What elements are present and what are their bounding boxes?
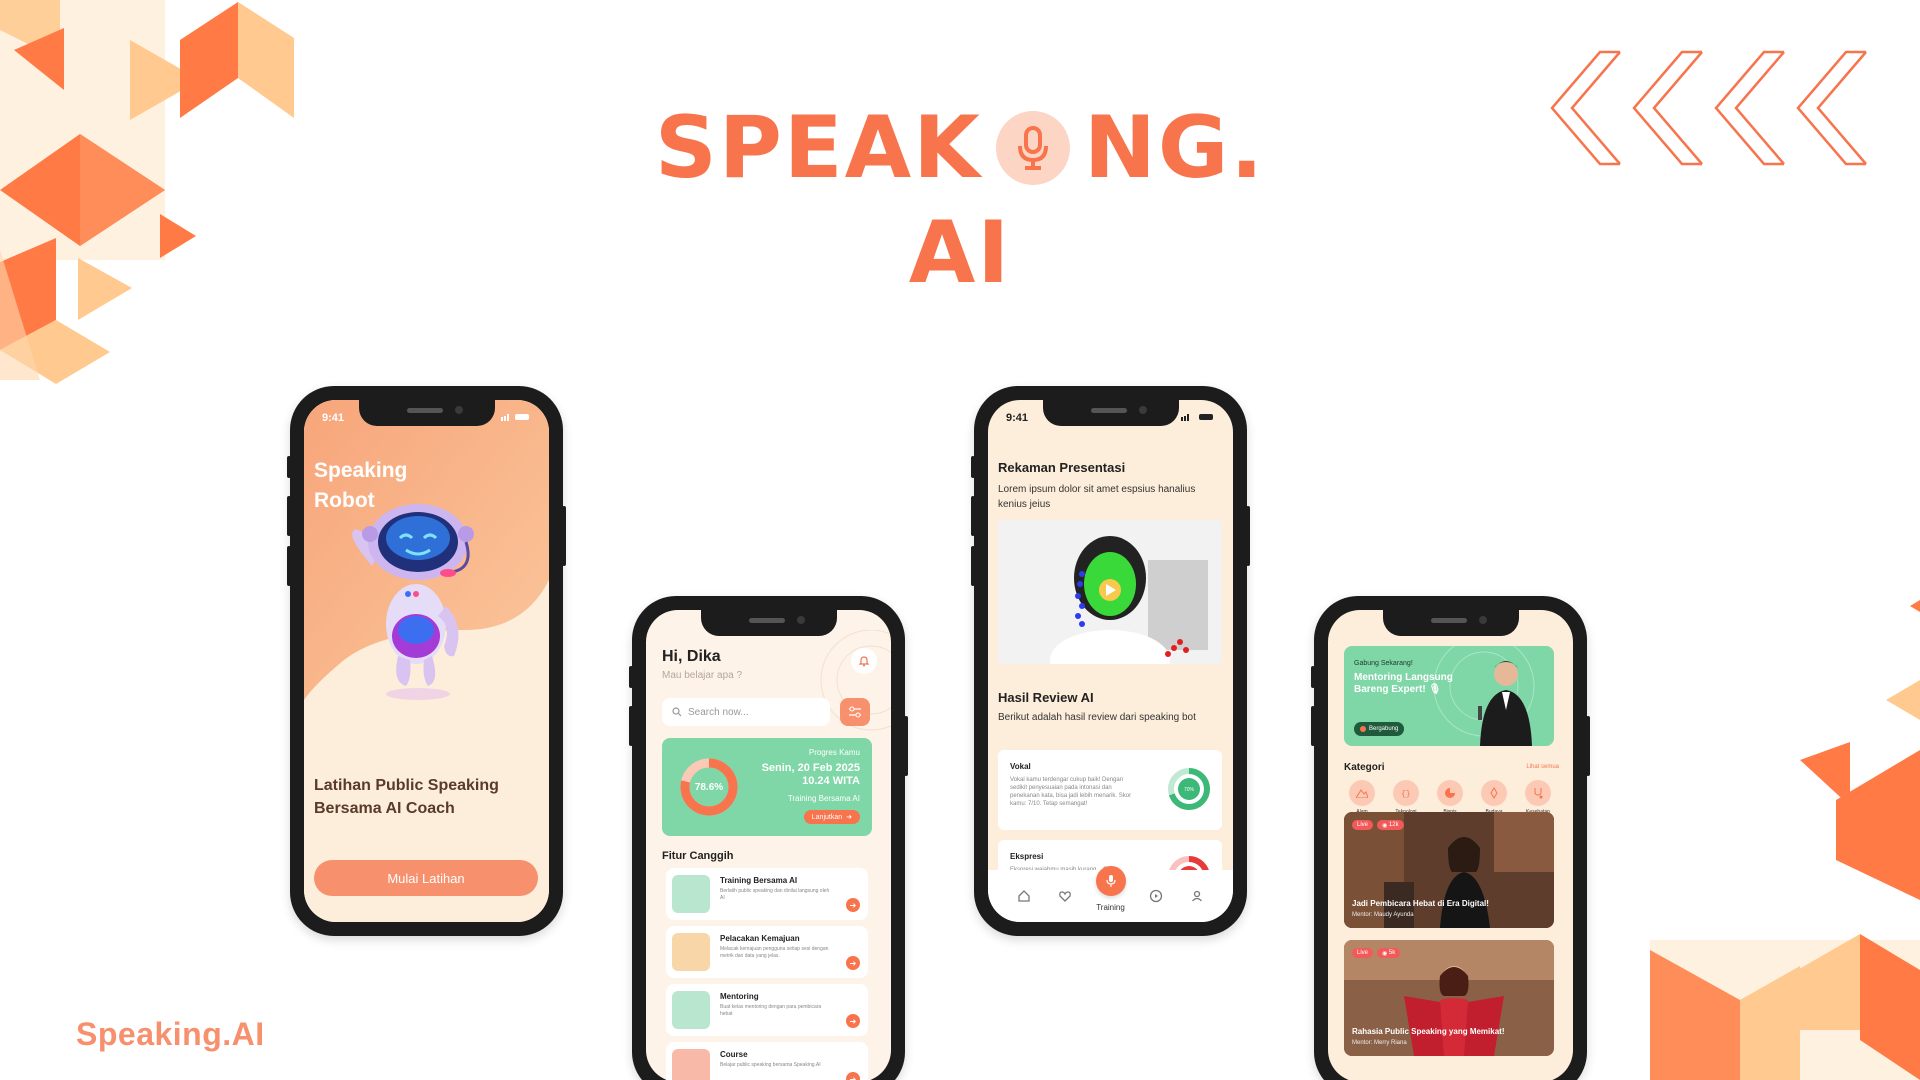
microphone-icon: [1105, 875, 1116, 887]
arrow-right-icon: ➔: [846, 814, 852, 821]
video-title: Rahasia Public Speaking yang Memikat!: [1352, 1027, 1505, 1036]
live-badge: Live: [1352, 948, 1374, 958]
microphone-icon: [995, 111, 1070, 185]
video-card[interactable]: Live ◉ 12k Jadi Pembicara Hebat di Era D…: [1344, 812, 1554, 928]
stethoscope-icon: [1525, 780, 1551, 806]
feature-item[interactable]: Pelacakan Kemajuan Melacak kemajuan peng…: [666, 926, 868, 978]
phone-home: Hi, Dika Mau belajar apa ? Search now...…: [629, 596, 908, 1080]
robot-illustration: [352, 504, 474, 700]
app-logo-headline: SPEAK NG. AI: [0, 98, 1920, 308]
status-icons: [501, 413, 531, 421]
arrow-right-icon[interactable]: ➔: [846, 1072, 860, 1080]
arrow-right-icon[interactable]: ➔: [846, 898, 860, 912]
feature-item[interactable]: Mentoring Buat kelas mentoring dengan pa…: [666, 984, 868, 1036]
search-icon: [672, 707, 682, 717]
video-card[interactable]: Live ◉ 5k Rahasia Public Speaking yang M…: [1344, 940, 1554, 1056]
category-item[interactable]: Budaya: [1476, 780, 1512, 815]
face-tracking-preview: [998, 520, 1222, 664]
video-mentor: Mentor: Maudy Ayunda: [1352, 912, 1414, 918]
hourglass-thumb-icon: [672, 933, 710, 971]
progress-card[interactable]: 78.6% Progres Kamu Senin, 20 Feb 2025 10…: [662, 738, 872, 836]
vokal-score-text: 70%: [1184, 787, 1195, 793]
presentation-stage: SPEAK NG. AI Speaking.AI 9:41 Speaking R…: [0, 0, 1920, 1080]
views-badge: ◉ 5k: [1377, 948, 1401, 958]
dot-icon: [1360, 726, 1366, 732]
category-item[interactable]: Bisnis: [1432, 780, 1468, 815]
status-time: 9:41: [322, 412, 345, 424]
recording-video[interactable]: [998, 520, 1222, 664]
category-list: Alam {} Teknologi Bisnis Budaya Kesehata…: [1344, 780, 1556, 815]
greeting: Hi, Dika: [662, 648, 721, 665]
phone-onboarding: 9:41 Speaking Robot Latihan Public Speak…: [287, 386, 566, 936]
greeting-subtitle: Mau belajar apa ?: [662, 670, 743, 681]
join-button[interactable]: Bergabung: [1354, 722, 1405, 736]
views-badge: ◉ 12k: [1377, 820, 1404, 830]
pie-chart-icon: [1437, 780, 1463, 806]
course-thumb-icon: [672, 1049, 710, 1080]
start-training-button[interactable]: Mulai Latihan: [314, 860, 538, 896]
sliders-icon: [849, 706, 861, 718]
filter-button[interactable]: [840, 698, 870, 726]
progress-date: Senin, 20 Feb 2025 10.24 WITA: [761, 762, 860, 787]
vokal-score-ring: 70%: [1168, 768, 1210, 810]
recording-description: Lorem ipsum dolor sit amet espsius hanal…: [998, 484, 1196, 510]
status-time: 9:41: [1006, 412, 1029, 424]
culture-icon: [1481, 780, 1507, 806]
heart-icon[interactable]: [1055, 886, 1075, 906]
user-icon[interactable]: [1187, 886, 1207, 906]
bell-icon[interactable]: [851, 648, 877, 674]
book-thumb-icon: [672, 991, 710, 1029]
progress-percent: 78.6%: [694, 781, 724, 793]
category-item[interactable]: Alam: [1344, 780, 1380, 815]
microphone-training-button[interactable]: [1095, 866, 1126, 896]
review-title: Hasil Review AI: [998, 690, 1094, 705]
progress-label: Progres Kamu: [808, 748, 860, 757]
phone-explore: Gabung Sekarang! Mentoring Langsung Bare…: [1311, 596, 1590, 1080]
progress-session: Training Bersama AI: [787, 794, 860, 803]
category-item[interactable]: {} Teknologi: [1388, 780, 1424, 815]
mountain-icon: [1349, 780, 1375, 806]
feature-item[interactable]: Training Bersama AI Berlatih public spea…: [666, 868, 868, 920]
mentor-photo: [1478, 661, 1532, 746]
nav-label-training[interactable]: Training: [1096, 903, 1125, 912]
brand-footer: Speaking.AI: [76, 1016, 265, 1052]
headline-ng: NG.: [1083, 98, 1266, 198]
feature-item[interactable]: Course Belajar public speaking bersama S…: [666, 1042, 868, 1080]
code-icon: {}: [1393, 780, 1419, 806]
play-circle-icon[interactable]: [1146, 886, 1166, 906]
video-mentor: Mentor: Merry Riana: [1352, 1040, 1407, 1046]
continue-button[interactable]: Lanjutkan ➔: [803, 810, 860, 824]
arrow-right-icon[interactable]: ➔: [846, 1014, 860, 1028]
headline-ai: AI: [908, 203, 1012, 303]
home-icon[interactable]: [1014, 886, 1034, 906]
banner-headline: Mentoring Langsung Bareng Expert! 🎙: [1354, 672, 1453, 695]
search-placeholder: Search now...: [688, 706, 749, 718]
video-title: Jadi Pembicara Hebat di Era Digital!: [1352, 899, 1489, 908]
metric-card-vokal[interactable]: Vokal Vokal kamu terdengar cukup baik! D…: [998, 750, 1222, 830]
arrow-right-icon[interactable]: ➔: [846, 956, 860, 970]
headline-speak: SPEAK: [654, 98, 982, 198]
category-item[interactable]: Kesehatan: [1520, 780, 1556, 815]
status-icons: [1181, 413, 1215, 421]
phone-review: 9:41 Rekaman Presentasi Lorem ipsum dolo…: [971, 386, 1250, 936]
review-description: Berikut adalah hasil review dari speakin…: [998, 712, 1196, 723]
onboarding-subtitle: Latihan Public Speaking Bersama AI Coach: [314, 777, 499, 817]
eye-icon: ◉: [1382, 822, 1389, 829]
category-section-title: Kategori: [1344, 762, 1385, 773]
eye-icon: ◉: [1382, 950, 1389, 957]
banner-kicker: Gabung Sekarang!: [1354, 660, 1413, 667]
svg-text:{}: {}: [1401, 790, 1411, 798]
search-input[interactable]: Search now...: [662, 698, 830, 726]
features-section-title: Fitur Canggih: [662, 850, 734, 862]
robot-thumb-icon: [672, 875, 710, 913]
see-all-link[interactable]: Lihat semua: [1526, 764, 1559, 770]
mentoring-banner[interactable]: Gabung Sekarang! Mentoring Langsung Bare…: [1344, 646, 1554, 746]
live-badge: Live: [1352, 820, 1374, 830]
recording-title: Rekaman Presentasi: [998, 460, 1126, 475]
